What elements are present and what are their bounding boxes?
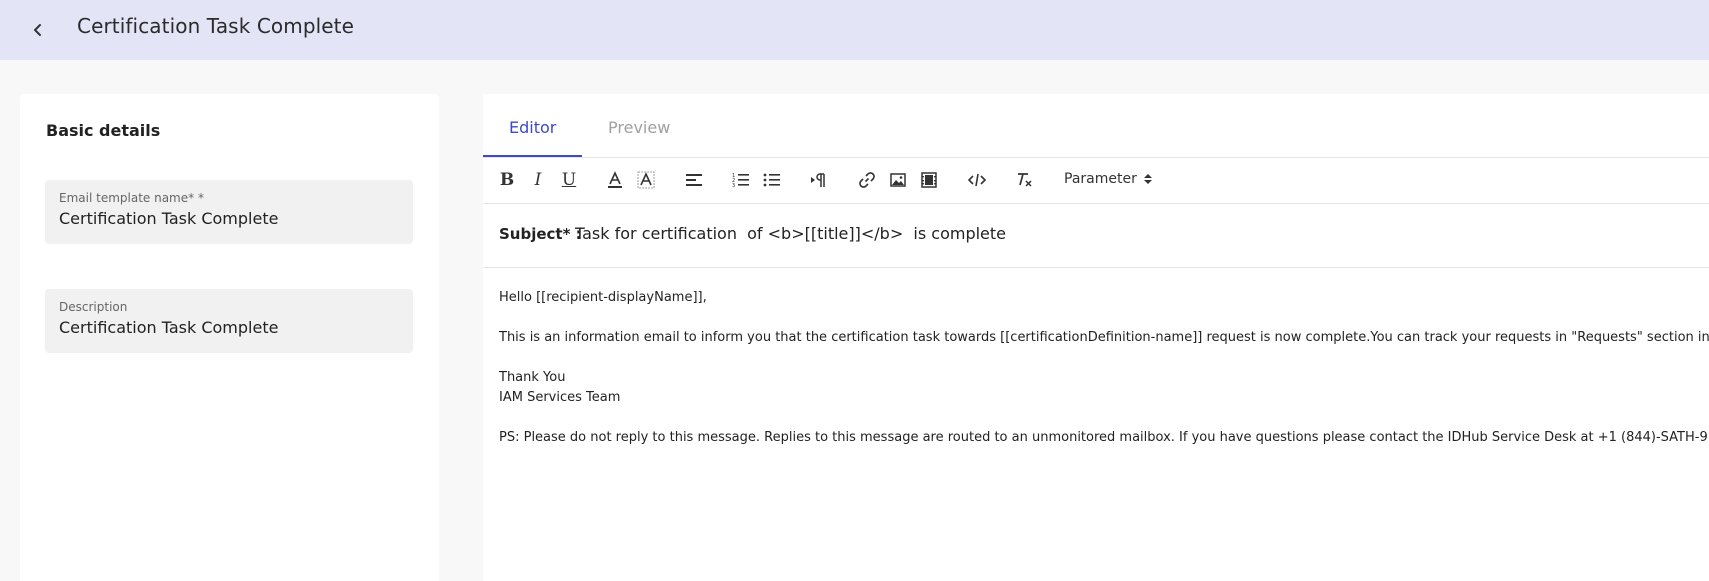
description-field[interactable]: Description Certification Task Complete bbox=[45, 289, 413, 353]
subject-row: Subject* : Task for certification of <b>… bbox=[483, 204, 1709, 268]
tab-editor[interactable]: Editor bbox=[509, 118, 556, 137]
body-signoff-thanks: Thank You bbox=[499, 370, 566, 385]
video-film-icon bbox=[921, 172, 937, 188]
text-direction-button[interactable] bbox=[807, 168, 831, 192]
editor-card: Editor Preview B I U 1 2 3 Parameter Sub… bbox=[483, 94, 1709, 581]
editor-toolbar: B I U 1 2 3 Parameter bbox=[483, 158, 1709, 204]
link-icon bbox=[859, 172, 875, 188]
code-icon bbox=[968, 173, 986, 187]
parameter-label: Parameter bbox=[1064, 171, 1137, 187]
paragraph-direction-icon bbox=[811, 173, 825, 187]
italic-button[interactable]: I bbox=[526, 168, 550, 192]
template-name-field[interactable]: Email template name* * Certification Tas… bbox=[45, 180, 413, 244]
image-button[interactable] bbox=[886, 168, 910, 192]
link-button[interactable] bbox=[855, 168, 879, 192]
back-button[interactable] bbox=[24, 16, 52, 44]
template-name-label: Email template name* * bbox=[59, 191, 204, 205]
description-value[interactable]: Certification Task Complete bbox=[59, 318, 278, 337]
description-label: Description bbox=[59, 300, 128, 314]
image-icon bbox=[890, 173, 906, 187]
svg-text:3: 3 bbox=[732, 183, 735, 189]
bullet-list-button[interactable] bbox=[760, 168, 784, 192]
code-view-button[interactable] bbox=[965, 168, 989, 192]
body-greeting: Hello [[recipient-displayName]], bbox=[499, 290, 707, 305]
body-signoff-team: IAM Services Team bbox=[499, 390, 621, 405]
editor-tabs: Editor Preview bbox=[483, 94, 1709, 158]
bullet-list-icon bbox=[763, 173, 780, 187]
bold-button[interactable]: B bbox=[495, 168, 519, 192]
background-color-icon bbox=[637, 171, 655, 189]
ordered-list-icon: 1 2 3 bbox=[732, 173, 749, 189]
clear-formatting-button[interactable] bbox=[1012, 168, 1036, 192]
underline-button[interactable]: U bbox=[557, 168, 581, 192]
chevron-left-icon bbox=[34, 24, 41, 36]
align-left-icon bbox=[686, 174, 702, 186]
body-ps: PS: Please do not reply to this message.… bbox=[499, 430, 1709, 445]
tab-preview[interactable]: Preview bbox=[608, 118, 670, 137]
align-button[interactable] bbox=[682, 168, 706, 192]
font-color-icon bbox=[608, 171, 622, 188]
active-tab-indicator bbox=[483, 155, 582, 157]
page-header: Certification Task Complete bbox=[0, 0, 1709, 60]
subject-input[interactable]: Task for certification of <b>[[title]]</… bbox=[575, 224, 1006, 243]
video-button[interactable] bbox=[917, 168, 941, 192]
background-color-button[interactable] bbox=[634, 168, 658, 192]
clear-formatting-icon bbox=[1018, 173, 1032, 187]
subject-label: Subject* : bbox=[499, 225, 582, 243]
body-paragraph: This is an information email to inform y… bbox=[499, 330, 1709, 345]
sort-arrows-icon bbox=[1143, 174, 1152, 184]
email-body-editor[interactable]: Hello [[recipient-displayName]], This is… bbox=[499, 288, 1709, 448]
template-name-value[interactable]: Certification Task Complete bbox=[59, 209, 278, 228]
font-color-button[interactable] bbox=[603, 168, 627, 192]
ordered-list-button[interactable]: 1 2 3 bbox=[729, 168, 753, 192]
parameter-dropdown[interactable]: Parameter bbox=[1064, 171, 1153, 187]
page-title: Certification Task Complete bbox=[77, 14, 355, 38]
basic-details-title: Basic details bbox=[46, 121, 161, 140]
basic-details-card: Basic details Email template name* * Cer… bbox=[20, 94, 439, 581]
